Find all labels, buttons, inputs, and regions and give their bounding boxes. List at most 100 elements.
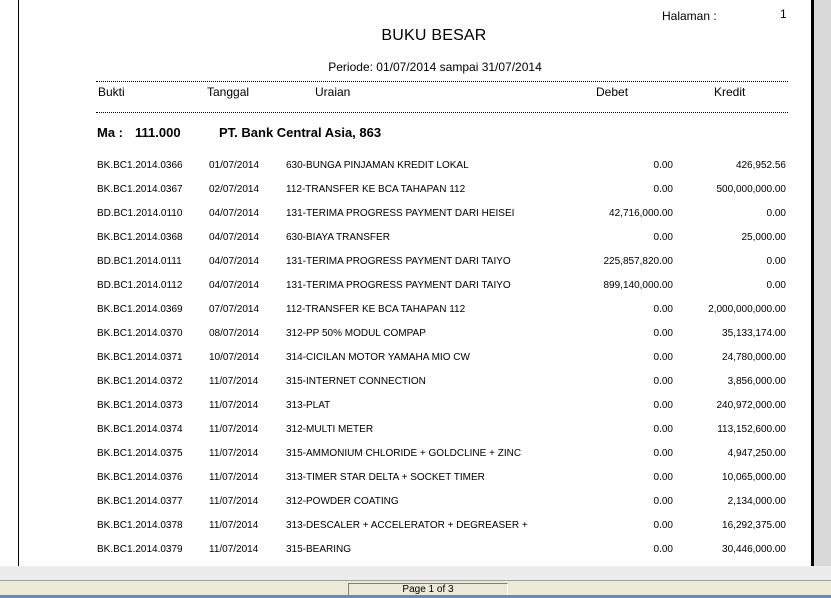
cell-uraian: 312-POWDER COATING bbox=[286, 496, 399, 507]
cell-tanggal: 11/07/2014 bbox=[209, 424, 259, 435]
cell-bukti: BK.BC1.2014.0376 bbox=[97, 472, 183, 483]
cell-bukti: BK.BC1.2014.0374 bbox=[97, 424, 183, 435]
cell-kredit: 113,152,600.00 bbox=[717, 424, 786, 435]
cell-bukti: BK.BC1.2014.0378 bbox=[97, 520, 183, 531]
table-row: BK.BC1.2014.0366 01/07/2014 630-BUNGA PINJ… bbox=[19, 160, 811, 174]
cell-tanggal: 01/07/2014 bbox=[209, 160, 260, 171]
report-title: BUKU BESAR bbox=[381, 27, 487, 44]
cell-kredit: 0.00 bbox=[766, 208, 786, 219]
cell-bukti: BD.BC1.2014.0111 bbox=[97, 256, 182, 267]
cell-kredit: 426,952.56 bbox=[735, 160, 786, 171]
table-row: BK.BC1.2014.0374 11/07/2014 312-MULTI METE… bbox=[19, 424, 811, 438]
table-row: BK.BC1.2014.0373 11/07/2014 313-PLAT 0.00 24… bbox=[19, 400, 811, 414]
cell-kredit: 0.00 bbox=[766, 280, 786, 291]
header-divider-top bbox=[96, 81, 788, 82]
column-header-bukti: Bukti bbox=[98, 85, 125, 99]
cell-tanggal: 11/07/2014 bbox=[209, 496, 259, 507]
cell-debet: 0.00 bbox=[653, 184, 673, 195]
cell-debet: 0.00 bbox=[653, 520, 673, 531]
cell-uraian: 131-TERIMA PROGRESS PAYMENT DARI TAIYO bbox=[286, 280, 511, 291]
halaman-label: Halaman : bbox=[662, 9, 717, 23]
viewer-background bbox=[814, 0, 831, 566]
cell-debet: 0.00 bbox=[653, 376, 673, 387]
table-row: BK.BC1.2014.0376 11/07/2014 313-TIMER STAR… bbox=[19, 472, 811, 486]
table-row: BD.BC1.2014.0112 04/07/2014 131-TERIMA PRO… bbox=[19, 280, 811, 294]
cell-kredit: 4,947,250.00 bbox=[727, 448, 786, 459]
cell-bukti: BK.BC1.2014.0371 bbox=[97, 352, 183, 363]
cell-uraian: 131-TERIMA PROGRESS PAYMENT DARI HEISEI bbox=[286, 208, 515, 219]
cell-tanggal: 11/07/2014 bbox=[209, 400, 259, 411]
cell-bukti: BK.BC1.2014.0377 bbox=[97, 496, 183, 507]
table-row: BK.BC1.2014.0368 04/07/2014 630-BIAYA TRAN… bbox=[19, 232, 811, 246]
cell-bukti: BK.BC1.2014.0379 bbox=[97, 544, 183, 555]
cell-uraian: 630-BUNGA PINJAMAN KREDIT LOKAL bbox=[286, 160, 469, 171]
cell-bukti: BD.BC1.2014.0112 bbox=[97, 280, 183, 291]
cell-bukti: BK.BC1.2014.0368 bbox=[97, 232, 183, 243]
table-row: BK.BC1.2014.0379 11/07/2014 315-BEARING 0.0… bbox=[19, 544, 811, 558]
table-row: BK.BC1.2014.0371 10/07/2014 314-CICILAN MO… bbox=[19, 352, 811, 366]
cell-uraian: 313-DESCALER + ACCELERATOR + DEGREASER + bbox=[286, 520, 528, 531]
table-row: BK.BC1.2014.0377 11/07/2014 312-POWDER COA… bbox=[19, 496, 811, 510]
cell-kredit: 3,856,000.00 bbox=[727, 376, 786, 387]
cell-tanggal: 11/07/2014 bbox=[209, 472, 259, 483]
cell-tanggal: 04/07/2014 bbox=[209, 208, 260, 219]
cell-uraian: 131-TERIMA PROGRESS PAYMENT DARI TAIYO bbox=[286, 256, 511, 267]
account-name: PT. Bank Central Asia, 863 bbox=[219, 125, 382, 140]
cell-kredit: 2,134,000.00 bbox=[727, 496, 786, 507]
cell-uraian: 315-AMMONIUM CHLORIDE + GOLDCLINE + ZINC bbox=[286, 448, 522, 459]
cell-bukti: BK.BC1.2014.0372 bbox=[97, 376, 183, 387]
cell-uraian: 313-TIMER STAR DELTA + SOCKET TIMER bbox=[286, 472, 485, 483]
cell-debet: 0.00 bbox=[653, 424, 673, 435]
cell-uraian: 112-TRANSFER KE BCA TAHAPAN 112 bbox=[286, 184, 466, 195]
cell-uraian: 112-TRANSFER KE BCA TAHAPAN 112 bbox=[286, 304, 466, 315]
cell-bukti: BD.BC1.2014.0110 bbox=[97, 208, 183, 219]
cell-kredit: 500,000,000.00 bbox=[716, 184, 786, 195]
cell-bukti: BK.BC1.2014.0375 bbox=[97, 448, 183, 459]
table-row: BK.BC1.2014.0367 02/07/2014 112-TRANSFER K… bbox=[19, 184, 811, 198]
cell-tanggal: 08/07/2014 bbox=[209, 328, 260, 339]
cell-bukti: BK.BC1.2014.0370 bbox=[97, 328, 183, 339]
cell-tanggal: 07/07/2014 bbox=[209, 304, 260, 315]
cell-bukti: BK.BC1.2014.0369 bbox=[97, 304, 183, 315]
cell-debet: 0.00 bbox=[653, 160, 673, 171]
cell-kredit: 16,292,375.00 bbox=[722, 520, 786, 531]
cell-uraian: 312-PP 50% MODUL COMPAP bbox=[286, 328, 426, 339]
cell-debet: 225,857,820.00 bbox=[603, 256, 673, 267]
cell-debet: 0.00 bbox=[653, 448, 673, 459]
cell-bukti: BK.BC1.2014.0367 bbox=[97, 184, 183, 195]
cell-bukti: BK.BC1.2014.0366 bbox=[97, 160, 183, 171]
cell-kredit: 35,133,174.00 bbox=[722, 328, 786, 339]
account-prefix: Ma : bbox=[97, 125, 123, 140]
cell-bukti: BK.BC1.2014.0373 bbox=[97, 400, 183, 411]
viewer-bottom-area bbox=[0, 566, 831, 580]
cell-tanggal: 04/07/2014 bbox=[209, 280, 260, 291]
cell-tanggal: 11/07/2014 bbox=[209, 520, 259, 531]
cell-tanggal: 02/07/2014 bbox=[209, 184, 260, 195]
cell-debet: 0.00 bbox=[653, 304, 673, 315]
table-row: BK.BC1.2014.0370 08/07/2014 312-PP 50% MOD… bbox=[19, 328, 811, 342]
cell-debet: 0.00 bbox=[653, 400, 673, 411]
cell-tanggal: 11/07/2014 bbox=[209, 544, 259, 555]
cell-kredit: 10,065,000.00 bbox=[722, 472, 786, 483]
cell-tanggal: 11/07/2014 bbox=[209, 448, 259, 459]
cell-tanggal: 04/07/2014 bbox=[209, 256, 260, 267]
column-header-debet: Debet bbox=[596, 85, 629, 99]
cell-tanggal: 04/07/2014 bbox=[209, 232, 260, 243]
cell-uraian: 315-BEARING bbox=[286, 544, 352, 555]
report-page[interactable]: Halaman : 1 BUKU BESAR Periode: 01/07/20… bbox=[19, 0, 811, 566]
table-row: BK.BC1.2014.0378 11/07/2014 313-DESCALER +… bbox=[19, 520, 811, 534]
cell-debet: 0.00 bbox=[653, 328, 673, 339]
table-row: BK.BC1.2014.0369 07/07/2014 112-TRANSFER K… bbox=[19, 304, 811, 318]
cell-debet: 899,140,000.00 bbox=[603, 280, 673, 291]
cell-debet: 0.00 bbox=[653, 544, 673, 555]
cell-debet: 42,716,000.00 bbox=[609, 208, 673, 219]
cell-kredit: 2,000,000,000.00 bbox=[708, 304, 786, 315]
cell-debet: 0.00 bbox=[653, 496, 673, 507]
cell-debet: 0.00 bbox=[653, 232, 673, 243]
cell-uraian: 315-INTERNET CONNECTION bbox=[286, 376, 426, 387]
cell-kredit: 25,000.00 bbox=[741, 232, 787, 243]
cell-uraian: 314-CICILAN MOTOR YAMAHA MIO CW bbox=[286, 352, 470, 363]
cell-kredit: 0.00 bbox=[766, 256, 786, 267]
header-divider-bottom bbox=[96, 112, 788, 113]
table-row: BK.BC1.2014.0375 11/07/2014 315-AMMONIUM C… bbox=[19, 448, 811, 462]
